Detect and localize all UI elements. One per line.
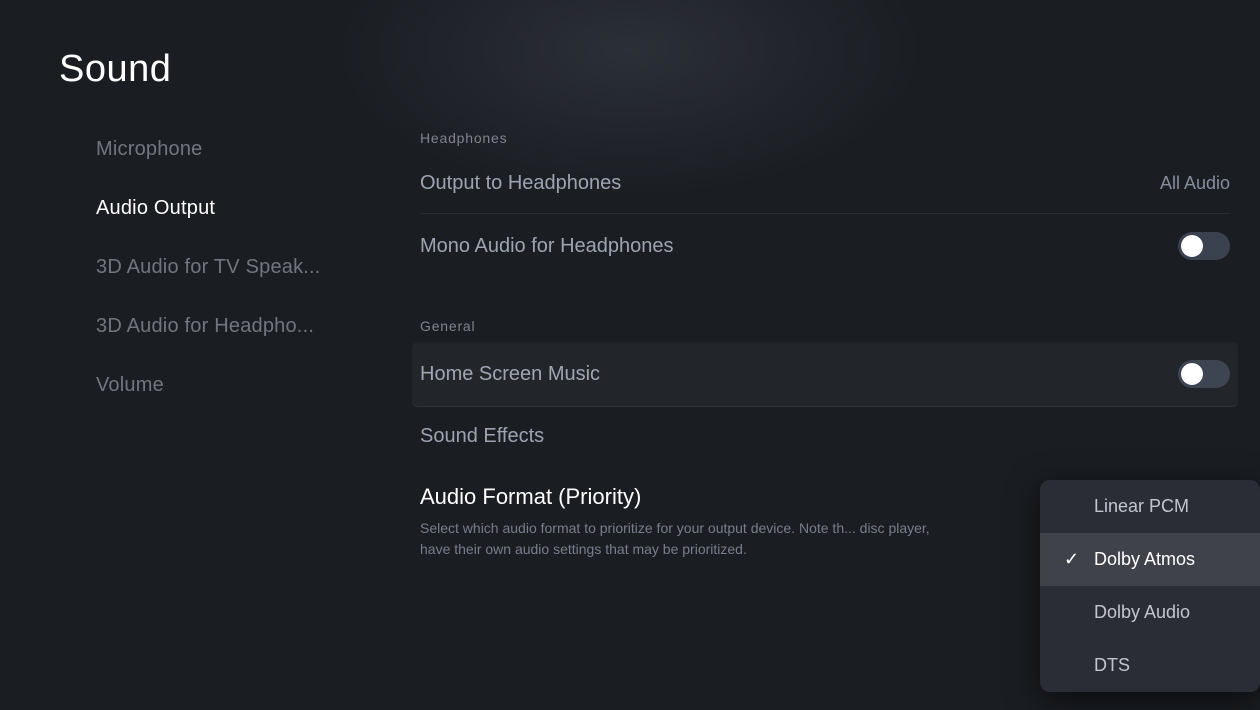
dropdown-label-dolby-audio: Dolby Audio — [1094, 602, 1190, 623]
home-screen-music-row[interactable]: Home Screen Music — [412, 342, 1238, 407]
sidebar-item-3d-headphones[interactable]: 3D Audio for Headpho... — [80, 297, 400, 356]
page-title: Sound — [59, 48, 171, 91]
dropdown-label-dolby-atmos: Dolby Atmos — [1094, 549, 1195, 570]
dropdown-item-dolby-atmos[interactable]: ✓ Dolby Atmos — [1040, 533, 1260, 586]
output-to-headphones-row[interactable]: Output to Headphones All Audio — [420, 154, 1230, 214]
general-section-label: General — [420, 318, 1230, 334]
sidebar-item-volume[interactable]: Volume — [80, 356, 400, 415]
checkmark-dolby-atmos: ✓ — [1064, 549, 1082, 570]
sidebar-item-audio-output[interactable]: Audio Output — [80, 179, 400, 238]
home-screen-music-label: Home Screen Music — [420, 363, 600, 386]
home-screen-music-toggle[interactable] — [1178, 360, 1230, 388]
sidebar-item-microphone[interactable]: Microphone — [80, 120, 400, 179]
dropdown-label-dts: DTS — [1094, 655, 1130, 676]
output-to-headphones-label: Output to Headphones — [420, 172, 621, 195]
mono-audio-row[interactable]: Mono Audio for Headphones — [420, 214, 1230, 278]
dropdown-label-linear-pcm: Linear PCM — [1094, 496, 1189, 517]
sidebar-item-3d-tv[interactable]: 3D Audio for TV Speak... — [80, 238, 400, 297]
mono-audio-label: Mono Audio for Headphones — [420, 235, 674, 258]
audio-format-dropdown: Linear PCM ✓ Dolby Atmos Dolby Audio DTS — [1040, 480, 1260, 692]
dropdown-item-dts[interactable]: DTS — [1040, 639, 1260, 692]
audio-format-desc: Select which audio format to prioritize … — [420, 518, 940, 560]
sound-effects-row[interactable]: Sound Effects — [420, 407, 1230, 466]
headphones-section: Headphones Output to Headphones All Audi… — [420, 130, 1230, 278]
general-section: General Home Screen Music Sound Effects — [420, 318, 1230, 466]
sound-effects-label: Sound Effects — [420, 425, 544, 448]
output-to-headphones-value: All Audio — [1160, 173, 1230, 194]
dropdown-item-linear-pcm[interactable]: Linear PCM — [1040, 480, 1260, 533]
dropdown-item-dolby-audio[interactable]: Dolby Audio — [1040, 586, 1260, 639]
sidebar: Microphone Audio Output 3D Audio for TV … — [80, 120, 400, 415]
headphones-section-label: Headphones — [420, 130, 1230, 146]
mono-audio-toggle[interactable] — [1178, 232, 1230, 260]
